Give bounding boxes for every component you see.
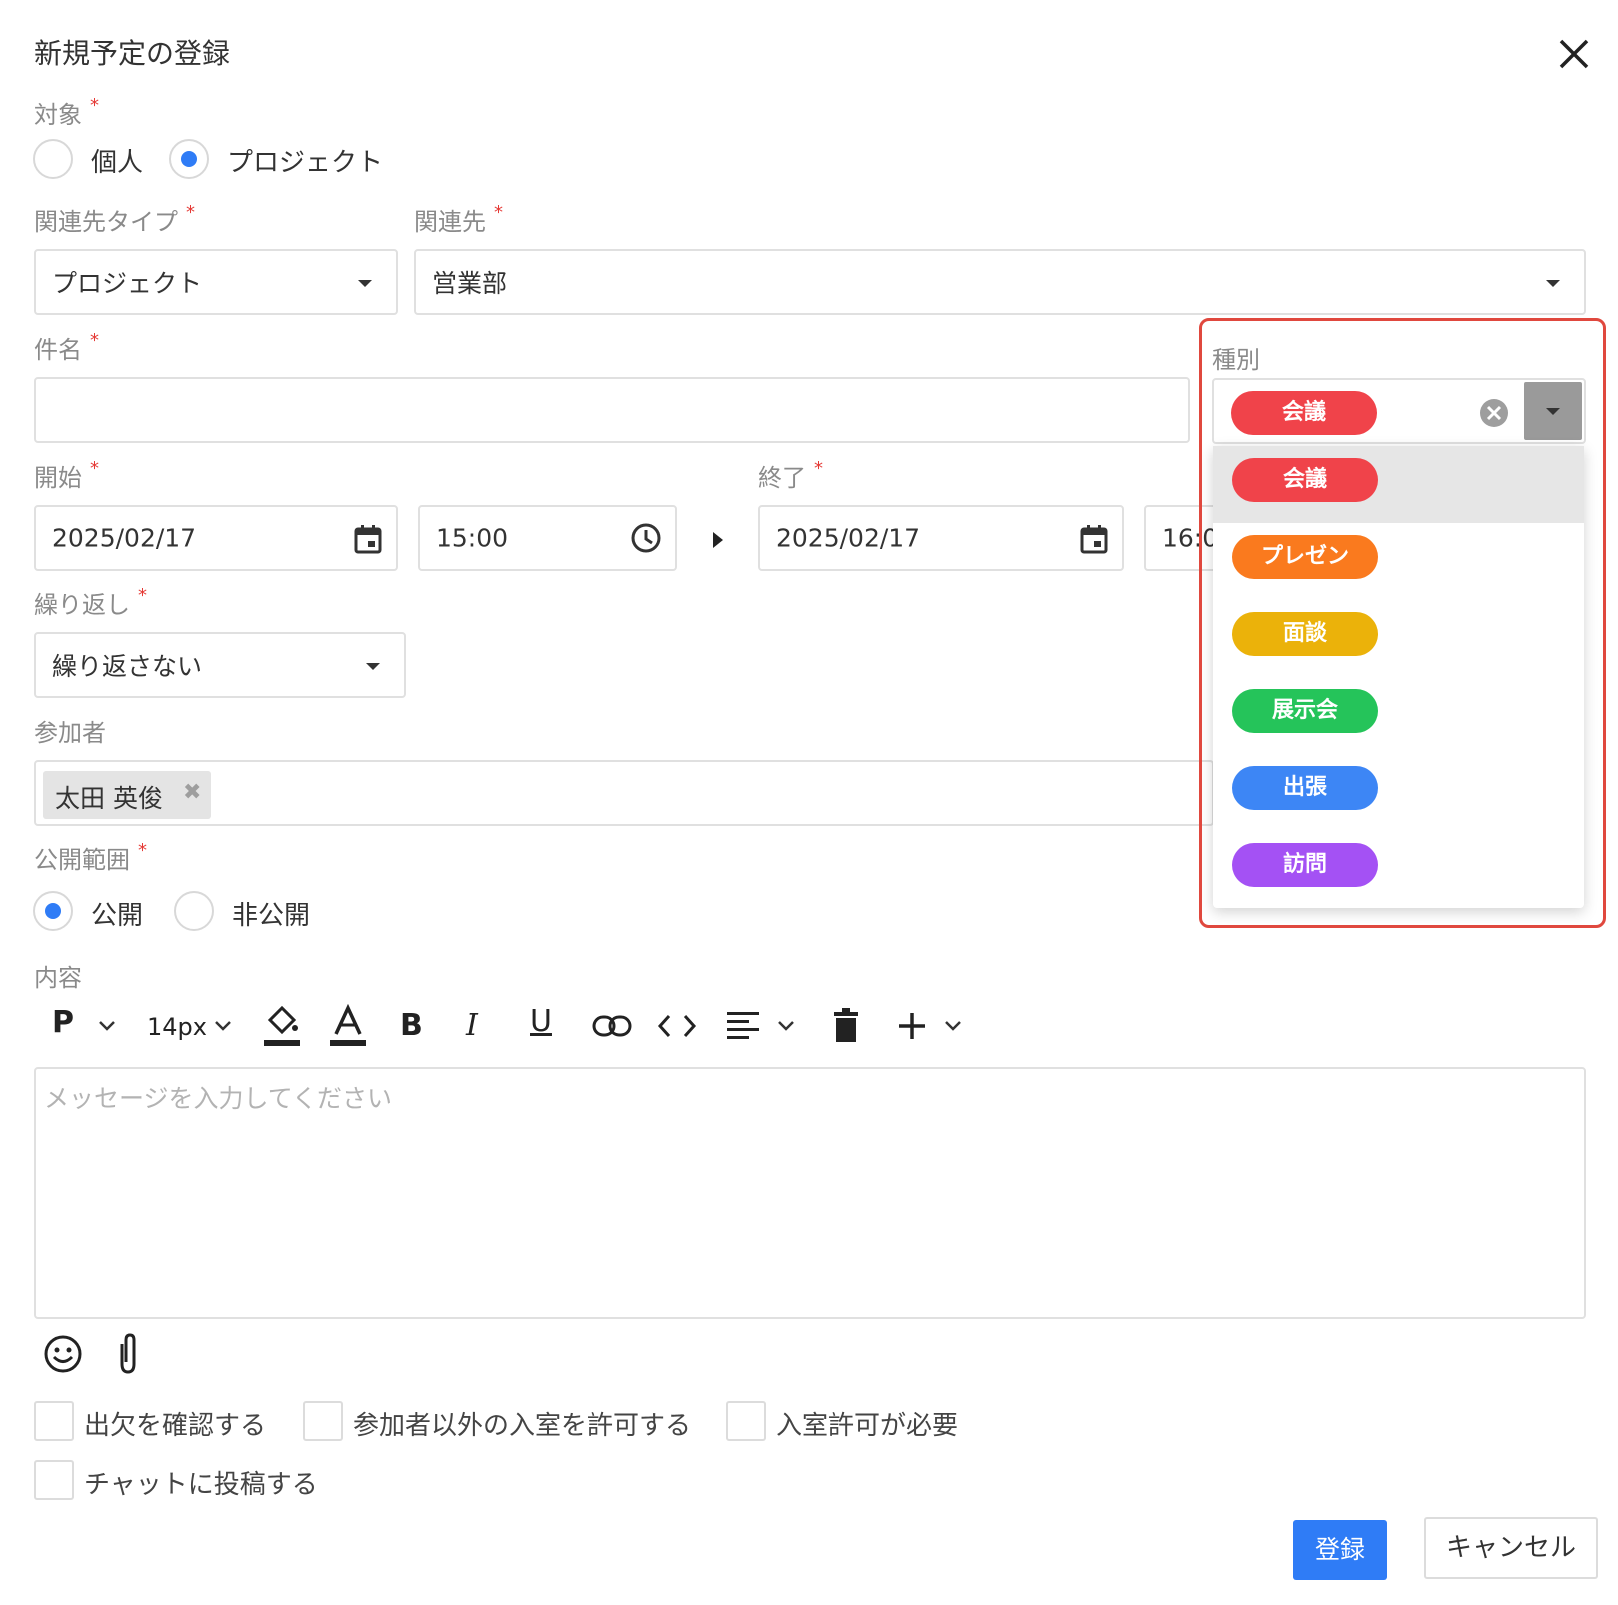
subject-input[interactable] <box>34 377 1190 443</box>
visibility-radio-private[interactable] <box>174 891 214 931</box>
chevron-down-icon[interactable] <box>777 1020 795 1032</box>
post-to-chat-checkbox[interactable] <box>34 1460 74 1500</box>
calendar-icon[interactable] <box>1080 524 1108 554</box>
clock-icon[interactable] <box>630 522 662 554</box>
relation-type-label: 関連先タイプ * <box>34 202 195 236</box>
target-option-personal: 個人 <box>91 148 144 178</box>
target-radio-personal[interactable] <box>33 139 73 179</box>
end-label: 終了 * <box>758 458 823 492</box>
chevron-down-icon[interactable] <box>214 1020 232 1032</box>
content-label: 内容 <box>34 964 82 992</box>
text-color-icon[interactable] <box>328 1004 368 1048</box>
target-option-project: プロジェクト <box>227 148 384 178</box>
visibility-radio-public[interactable] <box>33 891 73 931</box>
attachment-icon[interactable] <box>114 1332 142 1376</box>
message-placeholder: メッセージを入力してください <box>44 1084 393 1113</box>
remove-chip-icon[interactable]: ✖ <box>183 780 201 805</box>
allow-non-participants-label: 参加者以外の入室を許可する <box>353 1411 692 1441</box>
chevron-down-icon <box>366 663 380 670</box>
participant-name: 太田 英俊 <box>55 784 163 813</box>
calendar-icon[interactable] <box>354 524 382 554</box>
submit-button[interactable]: 登録 <box>1293 1520 1387 1580</box>
chevron-down-icon[interactable] <box>944 1020 962 1032</box>
cancel-button[interactable]: キャンセル <box>1424 1517 1598 1579</box>
visibility-option-private: 非公開 <box>232 901 311 931</box>
arrow-right-icon <box>713 532 723 548</box>
visibility-option-public: 公開 <box>91 901 144 931</box>
participant-chip: 太田 英俊 ✖ <box>43 771 211 819</box>
required-mark: * <box>138 840 147 861</box>
start-date-value: 2025/02/17 <box>52 523 197 553</box>
trash-icon[interactable] <box>832 1008 860 1044</box>
required-mark: * <box>90 458 99 479</box>
message-editor[interactable]: メッセージを入力してください <box>34 1067 1586 1319</box>
target-radio-project[interactable] <box>169 139 209 179</box>
participants-label: 参加者 <box>34 719 106 747</box>
close-icon[interactable] <box>1553 33 1595 75</box>
post-to-chat-label: チャットに投稿する <box>84 1470 318 1500</box>
start-date-input[interactable]: 2025/02/17 <box>34 505 398 571</box>
start-time-value: 15:00 <box>436 523 509 553</box>
required-mark: * <box>814 458 823 479</box>
repeat-select[interactable]: 繰り返さない <box>34 632 406 698</box>
attendance-checkbox[interactable] <box>34 1401 74 1441</box>
end-date-value: 2025/02/17 <box>776 523 921 553</box>
required-mark: * <box>138 585 147 606</box>
italic-icon[interactable]: I <box>466 1008 478 1043</box>
target-label: 対象 * <box>34 95 99 129</box>
link-icon[interactable] <box>592 1014 632 1038</box>
repeat-label: 繰り返し * <box>34 585 147 619</box>
chevron-down-icon[interactable] <box>98 1020 116 1032</box>
chevron-down-icon <box>358 280 372 287</box>
start-time-input[interactable]: 15:00 <box>418 505 677 571</box>
chevron-down-icon <box>1546 280 1560 287</box>
repeat-value: 繰り返さない <box>52 652 203 681</box>
dialog-title: 新規予定の登録 <box>34 37 231 70</box>
bold-icon[interactable]: B <box>400 1008 423 1043</box>
code-icon[interactable] <box>657 1012 697 1040</box>
required-mark: * <box>186 202 195 223</box>
allow-non-participants-checkbox[interactable] <box>303 1401 343 1441</box>
entry-approval-checkbox[interactable] <box>726 1401 766 1441</box>
attendance-label: 出欠を確認する <box>84 1411 267 1441</box>
entry-approval-label: 入室許可が必要 <box>776 1411 959 1441</box>
required-mark: * <box>90 95 99 116</box>
subject-label: 件名 * <box>34 330 99 364</box>
relation-type-select[interactable]: プロジェクト <box>34 249 398 315</box>
required-mark: * <box>90 330 99 351</box>
visibility-label: 公開範囲 * <box>34 840 147 874</box>
end-date-input[interactable]: 2025/02/17 <box>758 505 1124 571</box>
align-left-icon[interactable] <box>725 1010 761 1042</box>
relation-label: 関連先 * <box>414 202 503 236</box>
emoji-icon[interactable] <box>43 1334 83 1374</box>
highlight-box <box>1199 318 1606 928</box>
participants-input[interactable] <box>34 760 1214 826</box>
relation-select[interactable]: 営業部 <box>414 249 1586 315</box>
block-format-select[interactable]: P <box>52 1005 74 1040</box>
font-size-select[interactable]: 14px <box>147 1013 207 1041</box>
fill-color-icon[interactable] <box>262 1004 302 1048</box>
start-label: 開始 * <box>34 458 99 492</box>
plus-icon[interactable] <box>897 1011 927 1041</box>
relation-type-value: プロジェクト <box>52 269 203 298</box>
relation-value: 営業部 <box>432 269 508 298</box>
required-mark: * <box>494 202 503 223</box>
underline-icon[interactable]: U <box>530 1004 552 1039</box>
